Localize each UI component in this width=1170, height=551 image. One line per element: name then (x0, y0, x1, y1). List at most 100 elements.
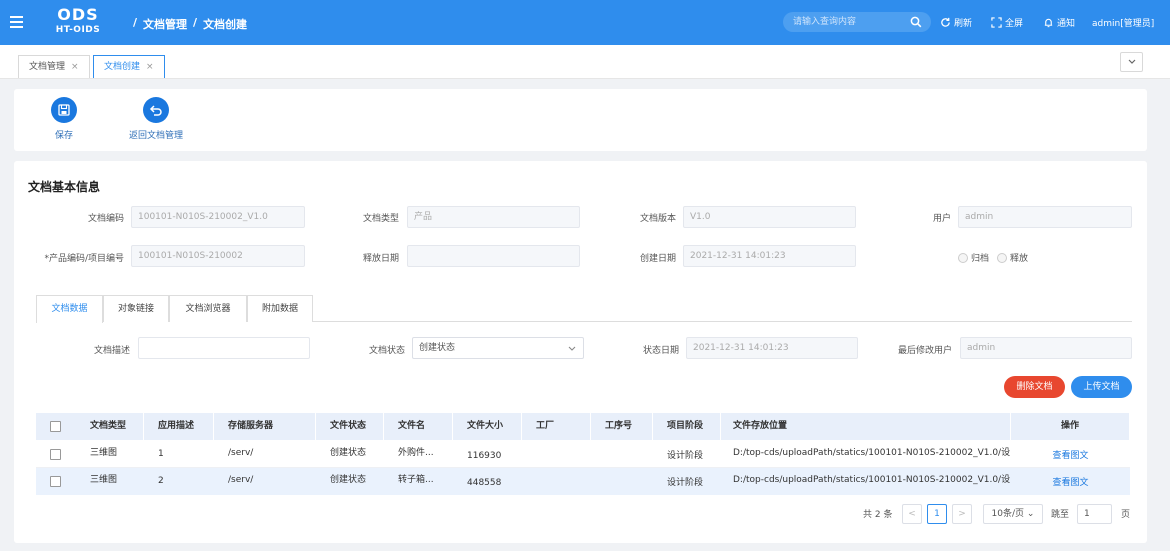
pager-page-1[interactable]: 1 (927, 504, 947, 524)
logo: ODS HT-OIDS (44, 6, 112, 38)
user-label: 用户 (932, 214, 951, 224)
cell-filename: 外购件... (398, 448, 434, 458)
breadcrumb-doc-manage[interactable]: 文档管理 (143, 16, 187, 32)
row-checkbox[interactable] (50, 476, 61, 487)
upload-doc-button[interactable]: 上传文档 (1071, 376, 1132, 398)
cell-stage: 设计阶段 (667, 451, 704, 461)
menu-icon[interactable] (10, 16, 23, 28)
col-header: 项目阶段 (653, 413, 721, 440)
status-select[interactable]: 创建状态 (412, 337, 584, 359)
main-card: 文档基本信息 文档编码 100101-N010S-210002_V1.0 文档类… (14, 161, 1147, 543)
last-user-field[interactable]: admin (960, 337, 1132, 359)
page-size-select[interactable]: 10条/页 ⌄ (983, 504, 1043, 524)
col-header: 工厂 (522, 413, 591, 440)
table-row[interactable]: 三维图 1 /serv/ 创建状态 外购件... 116930 设计阶段 D:/… (36, 441, 1130, 468)
page-size-value: 10条/页 (991, 509, 1025, 519)
last-user-label: 最后修改用户 (897, 346, 952, 356)
desc-input[interactable] (138, 337, 310, 359)
user-field[interactable]: admin (958, 206, 1132, 228)
table-header: 文档类型 应用描述 存储服务器 文件状态 文件名 文件大小 工厂 工序号 项目阶… (36, 413, 1130, 440)
pager-prev-button[interactable]: < (902, 504, 922, 524)
delete-doc-button[interactable]: 删除文档 (1004, 376, 1065, 398)
col-header: 文件状态 (316, 413, 384, 440)
page-unit-label: 页 (1121, 510, 1131, 520)
tab-label: 文档创建 (104, 62, 141, 72)
pager-next-button[interactable]: > (952, 504, 972, 524)
row-checkbox[interactable] (50, 449, 61, 460)
cell-proc (591, 441, 653, 468)
cell-size: 116930 (467, 451, 502, 461)
toolbar-card: 保存 返回文档管理 (14, 89, 1147, 151)
col-header: 存储服务器 (214, 413, 316, 440)
notify-button[interactable]: 通知 (1043, 16, 1075, 29)
top-bar: ODS HT-OIDS / 文档管理 / 文档创建 刷新 全屏 通知 admin… (0, 0, 1170, 45)
col-header: 操作 (1011, 413, 1130, 440)
product-code-field[interactable]: 100101-N010S-210002 (131, 245, 305, 267)
status-label: 文档状态 (368, 346, 405, 356)
radio-archive[interactable]: 归档 (958, 251, 989, 264)
radio-release[interactable]: 释放 (997, 251, 1028, 264)
goto-label: 跳至 (1051, 510, 1070, 520)
fullscreen-button[interactable]: 全屏 (991, 16, 1023, 29)
back-button[interactable]: 返回文档管理 (129, 97, 183, 141)
page-scrollbar[interactable] (1158, 79, 1170, 551)
tab-extra-data[interactable]: 附加数据 (247, 295, 313, 322)
table-row[interactable]: 三维图 2 /serv/ 创建状态 转子箱... 448558 设计阶段 D:/… (36, 468, 1130, 495)
cell-server: /serv/ (228, 448, 254, 458)
radio-circle (997, 252, 1007, 263)
status-date-field[interactable]: 2021-12-31 14:01:23 (686, 337, 858, 359)
tab-doc-data[interactable]: 文档数据 (36, 295, 103, 323)
tab-object-link[interactable]: 对象链接 (103, 295, 169, 322)
notify-label: 通知 (1057, 19, 1076, 29)
breadcrumb: / 文档管理 / 文档创建 (133, 16, 247, 32)
close-icon[interactable]: × (71, 56, 79, 78)
view-link[interactable]: 查看图文 (1011, 468, 1130, 495)
goto-page-input[interactable]: 1 (1077, 504, 1112, 524)
cell-desc: 1 (158, 449, 164, 459)
tab-doc-manage[interactable]: 文档管理 × (18, 55, 90, 78)
logo-bottom-text: HT-OIDS (55, 25, 101, 35)
section-title: 文档基本信息 (28, 180, 101, 194)
release-date-field[interactable] (407, 245, 580, 267)
cell-status: 创建状态 (330, 448, 367, 458)
search-box (783, 12, 931, 32)
view-link[interactable]: 查看图文 (1011, 441, 1130, 468)
search-input[interactable] (793, 15, 903, 29)
doc-version-label: 文档版本 (639, 214, 676, 224)
doc-code-label: 文档编码 (87, 214, 124, 224)
create-date-field[interactable]: 2021-12-31 14:01:23 (683, 245, 856, 267)
cell-type: 三维图 (90, 448, 118, 458)
cell-server: /serv/ (228, 475, 254, 485)
chevron-down-icon (1128, 59, 1136, 64)
release-date-label: 释放日期 (362, 254, 399, 264)
tab-doc-create[interactable]: 文档创建 × (93, 55, 165, 78)
cell-factory (522, 468, 591, 495)
chevron-down-icon (568, 346, 576, 351)
col-header: 工序号 (591, 413, 653, 440)
radio-release-label: 释放 (1010, 254, 1029, 264)
close-icon[interactable]: × (146, 56, 154, 78)
cell-filename: 转子箱... (398, 475, 434, 485)
pager-total: 共 2 条 (863, 510, 893, 520)
cell-proc (591, 468, 653, 495)
page-tab-strip: 文档管理 × 文档创建 × (0, 45, 1170, 79)
doc-version-field[interactable]: V1.0 (683, 206, 856, 228)
search-icon[interactable] (910, 16, 922, 28)
col-header: 文件大小 (453, 413, 522, 440)
cell-path: D:/top-cds/uploadPath/statics/100101-N01… (733, 475, 1011, 485)
save-button[interactable]: 保存 (51, 97, 77, 141)
cell-type: 三维图 (90, 475, 118, 485)
select-all-checkbox[interactable] (50, 421, 61, 432)
tab-dropdown-button[interactable] (1120, 52, 1143, 72)
cell-size: 448558 (467, 478, 502, 488)
user-menu[interactable]: admin[管理员] (1092, 16, 1154, 29)
refresh-button[interactable]: 刷新 (940, 16, 972, 29)
doc-type-field[interactable]: 产品 (407, 206, 580, 228)
tab-doc-browser[interactable]: 文档浏览器 (169, 295, 247, 322)
breadcrumb-sep: / (133, 16, 138, 29)
cell-stage: 设计阶段 (667, 478, 704, 488)
doc-type-label: 文档类型 (362, 214, 399, 224)
bell-icon (1044, 18, 1053, 28)
doc-code-field[interactable]: 100101-N010S-210002_V1.0 (131, 206, 305, 228)
status-value: 创建状态 (419, 343, 456, 353)
